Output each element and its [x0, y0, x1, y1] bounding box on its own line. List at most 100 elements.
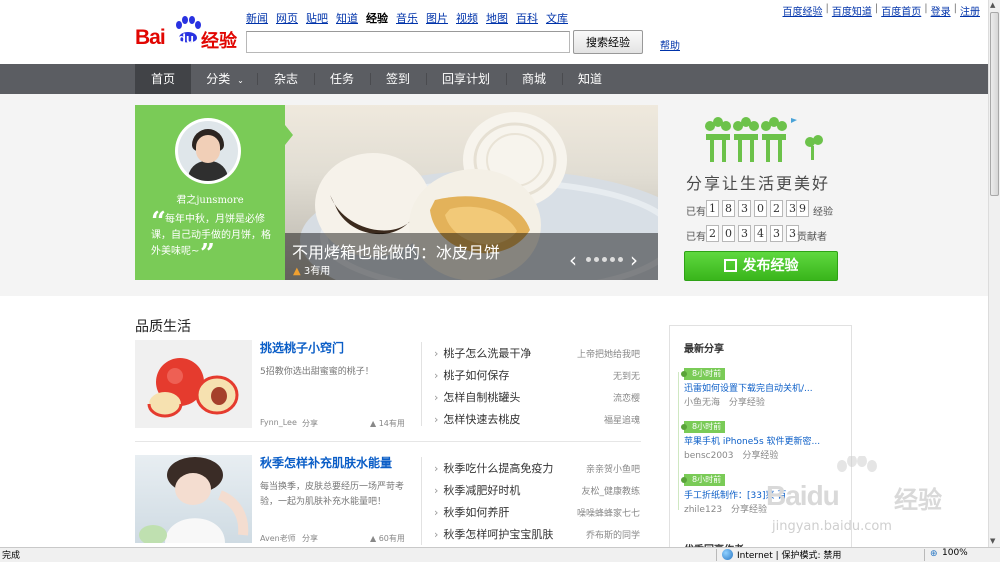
- nav-item-mall[interactable]: 商城: [507, 64, 561, 94]
- nav-item-category[interactable]: 分类 ⌄: [196, 64, 254, 94]
- scroll-down-icon[interactable]: ▼: [990, 537, 995, 545]
- latest-time-badge: 8小时前: [680, 368, 726, 380]
- browser-status-bar: [0, 547, 1000, 562]
- related-user[interactable]: 乔布斯的同学: [560, 528, 640, 541]
- article-author[interactable]: Fynn_Lee: [260, 418, 297, 427]
- digit-box: 9: [796, 200, 809, 217]
- stat-prefix: 已有: [686, 232, 706, 243]
- product-nav-baike[interactable]: 百科: [516, 12, 538, 26]
- product-nav-web[interactable]: 网页: [276, 12, 298, 26]
- user-link-jingyan[interactable]: 百度经验: [783, 3, 823, 18]
- related-user[interactable]: 噪噪蜂蜂家七七: [560, 506, 640, 519]
- latest-item-meta: 小鱼无海 分享经验: [684, 395, 765, 408]
- product-nav: 新闻 网页 贴吧 知道 经验 音乐 图片 视频 地图 百科 文库: [246, 12, 576, 26]
- carousel-dot[interactable]: [618, 257, 623, 262]
- product-nav-video[interactable]: 视频: [456, 12, 478, 26]
- digit-box: 8: [722, 200, 735, 217]
- avatar[interactable]: [175, 118, 241, 184]
- related-link[interactable]: 秋季减肥好时机: [434, 482, 520, 498]
- column-divider: [421, 342, 422, 426]
- article-title[interactable]: 秋季怎样补充肌肤水能量: [260, 454, 392, 471]
- related-user[interactable]: 上帝把她给我吧: [560, 347, 640, 360]
- carousel-dot[interactable]: [602, 257, 607, 262]
- product-nav-jingyan[interactable]: 经验: [366, 12, 388, 26]
- article-useful-text: 60有用: [378, 534, 405, 543]
- status-divider: [716, 549, 717, 561]
- article-useful-count: ▲ 14有用: [370, 418, 405, 429]
- card-pointer: [285, 125, 293, 145]
- nav-item-checkin[interactable]: 签到: [371, 64, 425, 94]
- slogan: 分享让生活更美好: [686, 174, 831, 193]
- latest-item-user[interactable]: zhile123: [684, 505, 722, 515]
- author-name[interactable]: 君之junsmore: [135, 191, 285, 206]
- timeline-line: [678, 372, 679, 510]
- related-link[interactable]: 桃子怎么洗最干净: [434, 345, 531, 361]
- product-nav-images[interactable]: 图片: [426, 12, 448, 26]
- article-thumbnail-peach[interactable]: [135, 340, 252, 428]
- product-nav-news[interactable]: 新闻: [246, 12, 268, 26]
- carousel-dot[interactable]: [586, 257, 591, 262]
- hero-title[interactable]: 不用烤箱也能做的：冰皮月饼: [292, 239, 500, 263]
- latest-item-user[interactable]: 小鱼无海: [684, 398, 720, 408]
- nav-item-magazine[interactable]: 杂志: [259, 64, 313, 94]
- latest-item-user[interactable]: bensc2003: [684, 451, 734, 461]
- avatar-face: [196, 135, 220, 163]
- product-nav-tieba[interactable]: 贴吧: [306, 12, 328, 26]
- baidu-jingyan-logo[interactable]: Bai du 经验: [135, 16, 239, 52]
- article-useful-count: ▲ 60有用: [370, 533, 405, 544]
- publish-experience-button[interactable]: 发布经验: [684, 251, 838, 281]
- latest-item-title[interactable]: 苹果手机 iPhone5s 软件更新密...: [684, 434, 824, 447]
- search-input[interactable]: [246, 31, 570, 53]
- publish-label: 发布经验: [742, 258, 799, 274]
- help-link[interactable]: 帮助: [660, 37, 680, 52]
- product-nav-map[interactable]: 地图: [486, 12, 508, 26]
- status-zone[interactable]: Internet | 保护模式: 禁用: [737, 548, 841, 561]
- search-button[interactable]: 搜索经验: [573, 30, 643, 54]
- related-user[interactable]: 友松_健康教练: [560, 484, 640, 497]
- related-link[interactable]: 秋季如何养肝: [434, 504, 509, 520]
- stat-prefix: 已有: [686, 207, 706, 218]
- status-zoom[interactable]: 100%: [942, 548, 968, 558]
- carousel-prev-icon[interactable]: ‹: [569, 250, 577, 270]
- product-nav-wenku[interactable]: 文库: [546, 12, 568, 26]
- nav-item-tasks[interactable]: 任务: [315, 64, 369, 94]
- nav-item-share-plan[interactable]: 回享计划: [427, 64, 505, 94]
- nav-divider: [257, 73, 258, 85]
- article-author[interactable]: Aven老师: [260, 533, 296, 544]
- related-link[interactable]: 桃子如何保存: [434, 367, 509, 383]
- related-user[interactable]: 福星追魂: [560, 413, 640, 426]
- related-user[interactable]: 无到无: [560, 369, 640, 382]
- latest-time-badge: 8小时前: [680, 421, 726, 433]
- carousel-next-icon[interactable]: ›: [630, 250, 638, 270]
- user-links: 百度经验 | 百度知道 | 百度首页 | 登录 | 注册: [783, 3, 981, 18]
- scrollbar-thumb[interactable]: [990, 12, 999, 196]
- related-link[interactable]: 怎样自制桃罐头: [434, 389, 520, 405]
- zoom-icon[interactable]: ⊕: [930, 549, 938, 559]
- user-link-register[interactable]: 注册: [960, 3, 980, 18]
- edit-icon: [723, 259, 737, 272]
- scroll-up-icon[interactable]: ▲: [990, 1, 995, 9]
- user-link-home[interactable]: 百度首页: [881, 3, 921, 18]
- article-description: 5招教你选出甜蜜蜜的桃子！: [260, 367, 374, 377]
- related-link[interactable]: 秋季怎样呵护宝宝肌肤: [434, 526, 553, 542]
- digit-box: 0: [754, 200, 767, 217]
- nav-item-home[interactable]: 首页: [135, 64, 191, 94]
- hero-useful-count: ▲ 3有用: [293, 262, 330, 277]
- related-user[interactable]: 亲亲贺小鱼吧: [560, 462, 640, 475]
- latest-item-title[interactable]: 迅雷如何设置下载完自动关机/...: [684, 381, 824, 394]
- carousel-dot[interactable]: [594, 257, 599, 262]
- nav-item-zhidao[interactable]: 知道: [563, 64, 617, 94]
- watermark-url: jingyan.baidu.com: [772, 519, 892, 534]
- article-title[interactable]: 挑选桃子小窍门: [260, 339, 344, 356]
- product-nav-zhidao[interactable]: 知道: [336, 12, 358, 26]
- user-link-zhidao[interactable]: 百度知道: [832, 3, 872, 18]
- article-thumbnail-skincare[interactable]: [135, 455, 252, 543]
- status-divider: [924, 549, 925, 561]
- related-user[interactable]: 流恋樱: [560, 391, 640, 404]
- related-link[interactable]: 怎样快速去桃皮: [434, 411, 520, 427]
- watermark-jingyan: 经验: [894, 486, 942, 514]
- related-link[interactable]: 秋季吃什么提高免疫力: [434, 460, 553, 476]
- carousel-dot[interactable]: [610, 257, 615, 262]
- product-nav-music[interactable]: 音乐: [396, 12, 418, 26]
- user-link-login[interactable]: 登录: [931, 3, 951, 18]
